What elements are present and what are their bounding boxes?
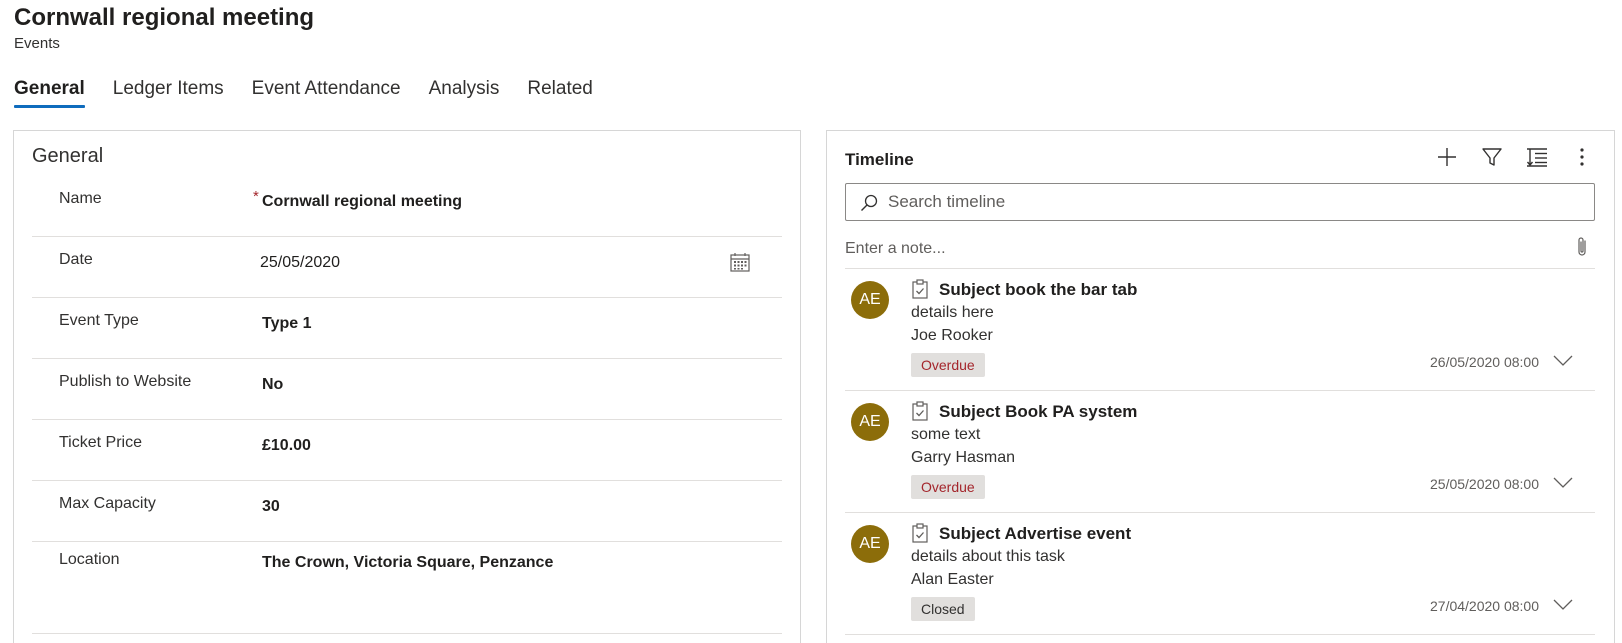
field-label-name: Name xyxy=(59,190,102,207)
page-header: Cornwall regional meeting Events xyxy=(14,2,314,54)
item-owner[interactable]: Garry Hasman xyxy=(911,449,1015,467)
field-row-publish: Publish to Website No xyxy=(32,359,782,420)
timeline-title: Timeline xyxy=(845,150,914,169)
chevron-down-icon[interactable] xyxy=(1553,355,1573,367)
field-label-publish: Publish to Website xyxy=(59,373,192,390)
field-label-location: Location xyxy=(59,551,120,568)
timeline-panel: Timeline Enter a note... xyxy=(826,130,1615,643)
field-label-date: Date xyxy=(59,251,93,268)
field-value-location[interactable]: The Crown, Victoria Square, Penzance xyxy=(262,554,553,572)
timeline-search-box xyxy=(845,183,1595,221)
item-date: 27/04/2020 08:00 xyxy=(1430,598,1539,614)
add-icon[interactable] xyxy=(1435,145,1459,169)
timeline-item[interactable]: AE Subject book the bar tab details here… xyxy=(845,269,1595,391)
item-subject[interactable]: Subject Book PA system xyxy=(939,402,1137,422)
general-section: General Name * Cornwall regional meeting… xyxy=(13,130,801,643)
tab-general[interactable]: General xyxy=(14,76,85,108)
item-date: 26/05/2020 08:00 xyxy=(1430,354,1539,370)
tab-event-attendance[interactable]: Event Attendance xyxy=(252,76,401,108)
item-details: details about this task xyxy=(911,548,1065,565)
field-value-event-type[interactable]: Type 1 xyxy=(262,315,312,333)
task-icon xyxy=(912,523,928,543)
status-badge: Closed xyxy=(911,597,975,621)
status-badge: Overdue xyxy=(911,353,985,377)
avatar: AE xyxy=(851,525,889,563)
attachment-icon[interactable] xyxy=(1575,235,1589,259)
field-row-max-capacity: Max Capacity 30 xyxy=(32,481,782,542)
avatar: AE xyxy=(851,281,889,319)
field-value-name[interactable]: Cornwall regional meeting xyxy=(262,193,462,211)
field-row-name: Name * Cornwall regional meeting xyxy=(32,176,782,237)
field-row-event-type: Event Type Type 1 xyxy=(32,298,782,359)
avatar: AE xyxy=(851,403,889,441)
field-value-max-capacity[interactable]: 30 xyxy=(262,498,280,516)
item-subject[interactable]: Subject Advertise event xyxy=(939,524,1131,544)
field-row-date: Date 25/05/2020 xyxy=(32,237,782,298)
required-indicator: * xyxy=(253,188,259,205)
tab-bar: General Ledger Items Event Attendance An… xyxy=(14,76,621,108)
status-badge: Overdue xyxy=(911,475,985,499)
tab-analysis[interactable]: Analysis xyxy=(429,76,500,108)
timeline-item[interactable]: AE Subject Book PA system some text Garr… xyxy=(845,391,1595,513)
search-icon xyxy=(861,194,878,211)
calendar-icon[interactable] xyxy=(729,251,751,273)
timeline-toolbar xyxy=(1414,145,1594,169)
item-subject[interactable]: Subject book the bar tab xyxy=(939,280,1137,300)
task-icon xyxy=(912,279,928,299)
field-value-date[interactable]: 25/05/2020 xyxy=(260,254,340,272)
item-owner[interactable]: Joe Rooker xyxy=(911,327,993,345)
task-icon xyxy=(912,401,928,421)
item-details: details here xyxy=(911,304,994,321)
timeline-search-input[interactable] xyxy=(888,184,1578,220)
section-title: General xyxy=(32,145,104,167)
field-label-max-capacity: Max Capacity xyxy=(59,495,156,512)
timeline-item[interactable]: AE Subject Advertise event details about… xyxy=(845,513,1595,635)
field-row-ticket-price: Ticket Price £10.00 xyxy=(32,420,782,481)
note-input-placeholder[interactable]: Enter a note... xyxy=(845,240,946,258)
tab-related[interactable]: Related xyxy=(527,76,593,108)
field-label-ticket-price: Ticket Price xyxy=(59,434,142,451)
chevron-down-icon[interactable] xyxy=(1553,599,1573,611)
page-subtitle: Events xyxy=(14,35,60,52)
chevron-down-icon[interactable] xyxy=(1553,477,1573,489)
tab-ledger-items[interactable]: Ledger Items xyxy=(113,76,224,108)
sort-icon[interactable] xyxy=(1525,145,1549,169)
field-value-publish[interactable]: No xyxy=(262,376,283,394)
item-owner[interactable]: Alan Easter xyxy=(911,571,994,589)
page-title: Cornwall regional meeting xyxy=(14,4,315,31)
item-date: 25/05/2020 08:00 xyxy=(1430,476,1539,492)
field-row-location: Location The Crown, Victoria Square, Pen… xyxy=(32,542,782,634)
field-label-event-type: Event Type xyxy=(59,312,139,329)
filter-icon[interactable] xyxy=(1480,145,1504,169)
item-details: some text xyxy=(911,426,981,443)
more-icon[interactable] xyxy=(1570,145,1594,169)
note-input-row[interactable]: Enter a note... xyxy=(845,231,1595,269)
field-value-ticket-price[interactable]: £10.00 xyxy=(262,437,311,455)
